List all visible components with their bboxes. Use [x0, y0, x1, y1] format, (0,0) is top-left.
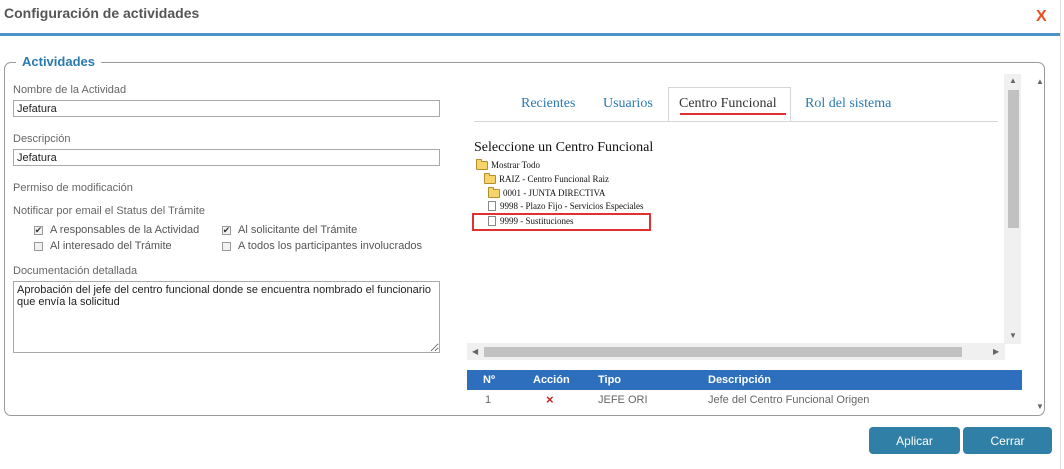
tree-title: Seleccione un Centro Funcional: [474, 140, 654, 155]
check-interesado[interactable]: Al interesado del Trámite: [34, 240, 172, 252]
scroll-up-icon[interactable]: ▲: [1009, 76, 1017, 85]
column-header-descripcion: Descripción: [708, 374, 771, 386]
tab-recientes[interactable]: Recientes: [521, 96, 575, 112]
close-button[interactable]: Cerrar: [963, 427, 1052, 454]
title-divider: [0, 33, 1060, 36]
tree-node-raiz[interactable]: RAIZ - Centro Funcional Raiz: [484, 172, 609, 184]
nombre-label: Nombre de la Actividad: [13, 84, 127, 96]
row-number: 1: [485, 394, 492, 406]
row-descripcion: Jefe del Centro Funcional Origen: [708, 394, 870, 406]
folder-icon: [476, 158, 488, 170]
scroll-right-icon[interactable]: ▶: [993, 347, 999, 356]
outer-scroll-up-icon[interactable]: ▲: [1036, 77, 1044, 86]
tab-rol-sistema[interactable]: Rol del sistema: [805, 96, 891, 112]
check-label: Al solicitante del Trámite: [238, 224, 358, 236]
delete-icon[interactable]: ×: [546, 392, 554, 407]
tree-horizontal-scroll-thumb[interactable]: [484, 347, 962, 357]
column-header-accion: Acción: [533, 374, 570, 386]
tree-node-label: RAIZ - Centro Funcional Raiz: [499, 174, 609, 184]
tab-centro-funcional[interactable]: Centro Funcional: [679, 96, 777, 112]
document-icon: [488, 201, 496, 211]
tree-node-label: 9998 - Plazo Fijo - Servicios Especiales: [500, 201, 644, 211]
outer-scroll-down-icon[interactable]: ▼: [1036, 402, 1044, 411]
tree-node-label: Mostrar Todo: [491, 160, 540, 170]
check-todos[interactable]: A todos los participantes involucrados: [222, 240, 422, 252]
selection-highlight: [472, 213, 651, 231]
tab-usuarios[interactable]: Usuarios: [603, 96, 653, 112]
documentacion-textarea[interactable]: Aprobación del jefe del centro funcional…: [13, 281, 440, 353]
dialog-right-edge: [1060, 0, 1061, 469]
tree-node-mostrar-todo[interactable]: Mostrar Todo: [476, 158, 540, 170]
scroll-left-icon[interactable]: ◀: [472, 347, 478, 356]
tree-vertical-scroll-thumb[interactable]: [1008, 90, 1019, 228]
grid-header: Nº Acción Tipo Descripción: [467, 370, 1022, 390]
scroll-down-icon[interactable]: ▼: [1009, 331, 1017, 340]
tabs-divider: [474, 121, 998, 122]
notificar-label: Notificar por email el Status del Trámit…: [13, 205, 205, 217]
descripcion-input[interactable]: [13, 149, 440, 166]
tree-node-plazo-fijo[interactable]: 9998 - Plazo Fijo - Servicios Especiales: [488, 201, 643, 211]
close-icon[interactable]: X: [1036, 8, 1047, 26]
folder-icon: [484, 172, 496, 184]
row-tipo: JEFE ORI: [598, 394, 648, 406]
descripcion-label: Descripción: [13, 133, 71, 145]
documentacion-label: Documentación detallada: [13, 265, 138, 277]
active-tab-indicator: [680, 113, 786, 115]
permiso-label: Permiso de modificación: [13, 182, 133, 194]
checkbox-icon[interactable]: [34, 241, 43, 251]
table-row: 1 × JEFE ORI Jefe del Centro Funcional O…: [467, 390, 1022, 410]
check-label: A todos los participantes involucrados: [238, 240, 423, 252]
check-responsables[interactable]: ✔ A responsables de la Actividad: [34, 224, 199, 236]
dialog-title: Configuración de actividades: [4, 5, 200, 21]
tree-node-label: 0001 - JUNTA DIRECTIVA: [503, 188, 606, 198]
apply-button[interactable]: Aplicar: [869, 427, 960, 454]
check-solicitante[interactable]: ✔ Al solicitante del Trámite: [222, 224, 357, 236]
folder-icon: [488, 186, 500, 198]
checkbox-icon[interactable]: [222, 241, 231, 251]
nombre-input[interactable]: [13, 100, 440, 117]
column-header-n: Nº: [483, 374, 495, 386]
check-label: A responsables de la Actividad: [50, 224, 200, 236]
tree-node-junta[interactable]: 0001 - JUNTA DIRECTIVA: [488, 186, 606, 198]
column-header-tipo: Tipo: [598, 374, 622, 386]
checkbox-icon[interactable]: ✔: [34, 225, 43, 235]
fieldset-legend: Actividades: [16, 54, 101, 69]
checkbox-icon[interactable]: ✔: [222, 225, 231, 235]
check-label: Al interesado del Trámite: [50, 240, 172, 252]
